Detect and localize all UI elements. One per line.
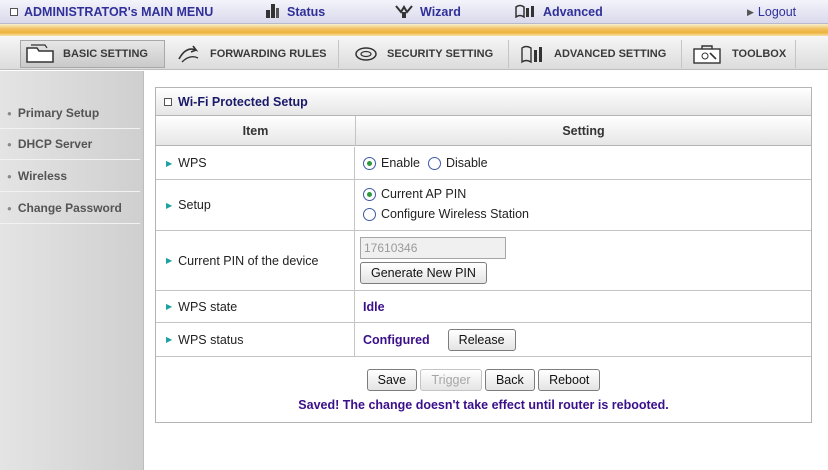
row-label-cell: ▶ Setup [156,180,355,230]
row-value-cell: Idle [356,291,811,322]
column-header-label: Item [242,123,269,138]
bullet-icon: ● [7,203,12,213]
current-ap-pin-label: Current AP PIN [381,187,467,201]
sidebar-item-primary-setup[interactable]: ● Primary Setup [0,98,140,129]
wizard-label: Wizard [420,5,461,19]
tab-label: TOOLBOX [732,48,787,60]
row-label-cell: ▶ Current PIN of the device [156,231,355,290]
row-value-cell: Configured Release [356,323,811,356]
folder-icon [26,44,54,63]
advanced-icon [515,4,537,21]
row-label-cell: ▶ WPS [156,147,355,179]
tab-bar: BASIC SETTING FORWARDING RULES SECURITY … [0,36,828,70]
arrow-right-icon: ▶ [166,200,173,210]
wizard-menu-item[interactable]: Wizard [394,0,461,24]
row-label: WPS status [178,332,244,347]
forward-icon [178,45,199,63]
table-row-wps: ▶ WPS Enable Disable [156,147,811,180]
column-header-item: Item [156,116,355,146]
current-ap-pin-radio[interactable] [363,187,376,201]
action-area: Save Trigger Back Reboot Saved! The chan… [156,366,811,422]
tab-label: FORWARDING RULES [210,48,327,60]
sidebar-item-label: Wireless [17,169,68,183]
row-value-cell: Enable Disable [356,147,811,179]
sidebar-item-change-password[interactable]: ● Change Password [0,193,140,224]
page-title: Wi-Fi Protected Setup [178,94,308,109]
row-label-cell: ▶ WPS status [156,323,355,356]
row-label: WPS [178,156,207,170]
table-row-wps-status: ▶ WPS status Configured Release [156,323,811,357]
status-message: Saved! The change doesn't take effect un… [298,398,669,412]
sidebar-item-label: DHCP Server [17,137,93,151]
row-label: Setup [178,198,211,212]
checkbox-icon [164,97,172,106]
tab-forwarding-rules[interactable]: FORWARDING RULES [172,40,339,68]
pin-input[interactable]: 17610346 [360,237,506,259]
release-button[interactable]: Release [447,328,516,351]
admin-menu-label: ADMINISTRATOR's MAIN MENU [24,5,214,19]
checkbox-icon [10,8,18,16]
logout-label: Logout [757,5,797,19]
column-header-label: Setting [562,123,605,138]
arrow-right-icon: ▶ [166,158,173,168]
row-label: WPS state [178,299,238,314]
wps-status-value: Configured [363,332,430,347]
wizard-icon [394,4,414,21]
toolbox-icon [693,45,721,64]
status-icon [265,3,281,21]
bullet-icon: ● [7,108,12,118]
sidebar-item-label: Change Password [17,201,122,215]
trigger-button[interactable]: Trigger [420,369,482,391]
configure-station-label: Configure Wireless Station [381,207,529,221]
tab-label: BASIC SETTING [63,48,148,60]
panel-header: Wi-Fi Protected Setup [156,88,811,116]
tab-basic-setting[interactable]: BASIC SETTING [20,40,165,68]
row-value-cell: 17610346 Generate New PIN [356,231,811,290]
wps-enable-label: Enable [381,156,420,170]
action-buttons: Save Trigger Back Reboot [156,369,811,391]
tab-advanced-setting[interactable]: ADVANCED SETTING [516,40,682,68]
wps-enable-radio[interactable] [363,156,376,170]
row-label: Current PIN of the device [178,253,319,268]
wps-disable-radio[interactable] [427,156,441,170]
bullet-icon: ● [7,139,12,149]
orange-stripe [0,24,828,36]
row-label-cell: ▶ WPS state [156,291,355,322]
arrow-right-icon: ▶ [166,256,173,265]
lock-icon [355,47,377,61]
back-button[interactable]: Back [484,369,535,391]
top-menu-bar: ADMINISTRATOR's MAIN MENU Status Wizard … [0,0,828,24]
admin-main-menu[interactable]: ADMINISTRATOR's MAIN MENU [10,0,213,24]
advanced-menu-item[interactable]: Advanced [515,0,603,24]
sidebar-item-dhcp-server[interactable]: ● DHCP Server [0,129,140,160]
generate-new-pin-button[interactable]: Generate New PIN [360,262,487,284]
arrow-right-icon: ▶ [166,335,173,344]
sidebar: ● Primary Setup ● DHCP Server ● Wireless… [0,71,144,470]
advanced-label: Advanced [543,5,603,19]
configure-station-radio[interactable] [363,207,376,221]
tab-security-setting[interactable]: SECURITY SETTING [349,40,509,68]
row-value-cell: Current AP PIN Configure Wireless Statio… [356,180,811,230]
wps-state-value: Idle [363,299,385,314]
table-row-setup: ▶ Setup Current AP PIN Configure Wireles… [156,180,811,231]
table-row-wps-state: ▶ WPS state Idle [156,291,811,323]
logout-link[interactable]: ▶ Logout [747,0,796,24]
tab-label: SECURITY SETTING [387,48,494,60]
wps-panel: Wi-Fi Protected Setup Item Setting ▶ WPS… [155,87,812,423]
sidebar-item-label: Primary Setup [17,106,100,120]
column-header-setting: Setting [356,116,811,146]
sidebar-item-wireless[interactable]: ● Wireless [0,161,140,192]
table-row-pin: ▶ Current PIN of the device 17610346 Gen… [156,231,811,291]
save-button[interactable]: Save [366,369,418,391]
arrow-right-icon: ▶ [166,302,173,311]
arrow-right-icon: ▶ [747,6,754,17]
status-label: Status [287,5,326,19]
wps-disable-label: Disable [445,156,488,170]
advanced-icon [521,45,542,64]
tab-label: ADVANCED SETTING [554,48,667,60]
status-menu-item[interactable]: Status [265,0,325,24]
reboot-button[interactable]: Reboot [538,369,601,391]
tab-toolbox[interactable]: TOOLBOX [688,40,796,68]
bullet-icon: ● [7,171,12,181]
